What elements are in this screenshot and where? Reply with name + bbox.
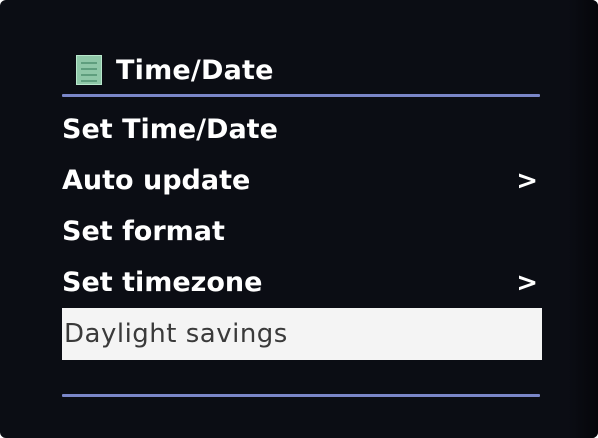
device-screen: Time/Date Set Time/Date Auto update > Se…	[0, 0, 598, 438]
menu-item-auto-update[interactable]: Auto update >	[62, 155, 542, 206]
menu-item-label: Set format	[62, 216, 225, 247]
screen-title: Time/Date	[116, 54, 274, 86]
menu-item-label: Auto update	[62, 165, 251, 196]
menu-item-label: Set timezone	[62, 267, 263, 298]
screen-bezel	[568, 0, 598, 438]
screen-header: Time/Date	[76, 50, 274, 90]
menu-item-label: Set Time/Date	[62, 114, 278, 145]
menu-item-label: Daylight savings	[64, 319, 288, 349]
menu-item-set-time-date[interactable]: Set Time/Date	[62, 104, 542, 155]
submenu-arrow-icon: >	[516, 267, 538, 298]
submenu-arrow-icon: >	[516, 165, 538, 196]
footer-divider	[62, 394, 540, 397]
header-divider	[62, 94, 540, 97]
time-date-menu: Set Time/Date Auto update > Set format S…	[62, 104, 542, 360]
menu-item-daylight-savings[interactable]: Daylight savings	[62, 308, 542, 360]
menu-item-set-timezone[interactable]: Set timezone >	[62, 257, 542, 308]
list-icon	[76, 55, 102, 85]
menu-item-set-format[interactable]: Set format	[62, 206, 542, 257]
